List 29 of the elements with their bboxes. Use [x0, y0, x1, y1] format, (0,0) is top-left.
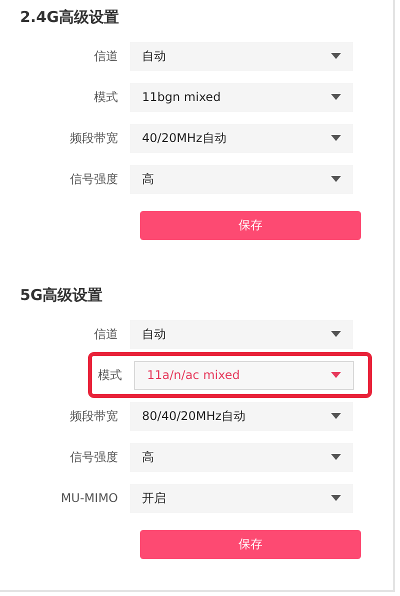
caret-icon	[331, 176, 341, 182]
caret-icon	[331, 135, 341, 141]
dropdown[interactable]: 高	[130, 164, 353, 194]
dropdown[interactable]: 高	[130, 442, 353, 472]
field-label: 信道	[93, 48, 119, 64]
field-label: 模式	[93, 88, 119, 106]
caret-icon	[331, 53, 341, 59]
dropdown[interactable]: 40/20MHz自动	[130, 124, 353, 152]
caret-icon	[331, 331, 341, 337]
field-label: 频段带宽	[69, 408, 119, 424]
dropdown[interactable]: 开启	[130, 484, 353, 512]
field-label: 频段带宽	[69, 130, 119, 146]
caret-icon	[331, 413, 341, 419]
dropdown[interactable]: 自动	[130, 42, 353, 70]
dropdown[interactable]: 自动	[130, 320, 353, 348]
field-label: 模式	[97, 366, 123, 384]
section-title: 2.4G高级设置	[20, 7, 120, 28]
caret-icon	[331, 454, 341, 460]
field-label: 信号强度	[69, 170, 119, 188]
dropdown[interactable]: 11bgn mixed	[130, 82, 353, 112]
dropdown[interactable]: 80/40/20MHz自动	[130, 402, 353, 430]
caret-icon	[331, 94, 341, 100]
field-label: MU-MIMO	[60, 491, 119, 505]
caret-icon	[331, 372, 341, 378]
section-title: 5G高级设置	[20, 285, 104, 306]
dropdown[interactable]: 11a/n/ac mixed	[134, 360, 354, 390]
caret-icon	[331, 495, 341, 501]
field-label: 信道	[93, 326, 119, 342]
field-label: 信号强度	[69, 448, 119, 466]
